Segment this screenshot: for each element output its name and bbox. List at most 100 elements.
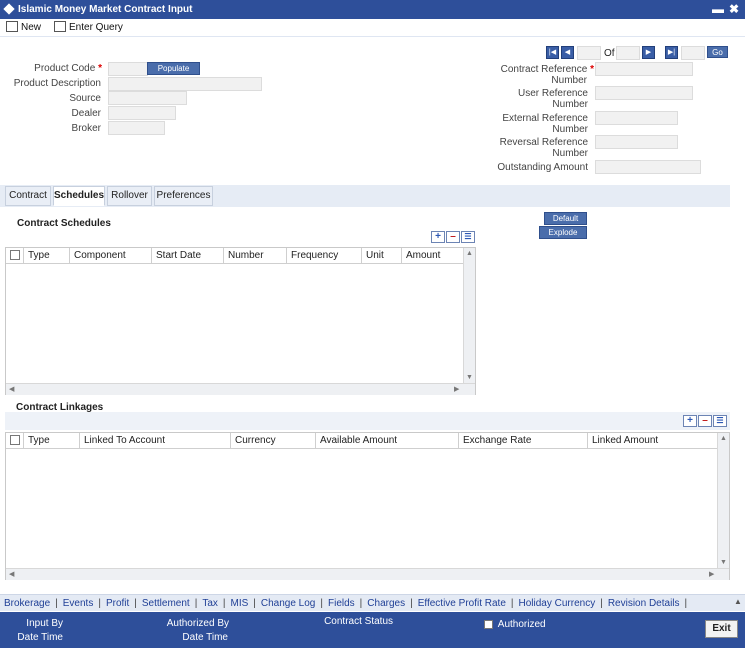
- link-holiday-currency[interactable]: Holiday Currency: [519, 598, 596, 609]
- reversal-reference-input[interactable]: [595, 135, 678, 149]
- audit-footer: Input By Date Time Authorized By Date Ti…: [0, 612, 745, 648]
- product-description-input[interactable]: [108, 77, 262, 91]
- source-label: Source: [69, 93, 101, 104]
- linkages-select-all-cell: [6, 433, 24, 449]
- linkages-scroll-right-icon[interactable]: ▶: [709, 570, 714, 578]
- link-brokerage[interactable]: Brokerage: [4, 598, 50, 609]
- external-reference-input[interactable]: [595, 111, 678, 125]
- col-frequency: Frequency: [287, 248, 362, 264]
- linkages-scroll-up-icon[interactable]: ▲: [718, 435, 729, 442]
- linkages-delete-row-icon[interactable]: –: [698, 415, 712, 427]
- link-revision-details[interactable]: Revision Details: [608, 598, 680, 609]
- query-icon: [54, 21, 66, 32]
- link-settlement[interactable]: Settlement: [142, 598, 190, 609]
- linkages-single-view-icon[interactable]: ☰: [713, 415, 727, 427]
- default-button[interactable]: Default: [544, 212, 587, 225]
- contract-schedules-title: Contract Schedules: [17, 218, 111, 229]
- linkages-toolbar: [5, 412, 730, 430]
- outstanding-amount-input[interactable]: [595, 160, 701, 174]
- current-record-input[interactable]: [577, 46, 601, 60]
- populate-button[interactable]: Populate: [147, 62, 200, 75]
- enter-query-label: Enter Query: [69, 22, 123, 33]
- linkages-select-all-checkbox[interactable]: [10, 435, 20, 445]
- source-input[interactable]: [108, 91, 187, 105]
- exit-button[interactable]: Exit: [705, 620, 738, 638]
- link-effective-profit-rate[interactable]: Effective Profit Rate: [418, 598, 506, 609]
- user-reference-input[interactable]: [595, 86, 693, 100]
- col-exchange-rate: Exchange Rate: [459, 433, 588, 449]
- linkages-scroll-left-icon[interactable]: ◀: [9, 570, 14, 578]
- link-bar-scroll-icon[interactable]: ▲: [734, 597, 742, 606]
- schedules-horizontal-scrollbar[interactable]: ◀ ▶: [6, 383, 475, 395]
- explode-button[interactable]: Explode: [539, 226, 587, 239]
- linkages-scroll-down-icon[interactable]: ▼: [718, 559, 729, 566]
- link-change-log[interactable]: Change Log: [261, 598, 316, 609]
- scroll-left-icon[interactable]: ◀: [9, 385, 14, 393]
- col-start-date: Start Date: [152, 248, 224, 264]
- col-linked-to-account: Linked To Account: [80, 433, 231, 449]
- first-record-icon[interactable]: |◀: [546, 46, 559, 59]
- tab-contract[interactable]: Contract: [5, 186, 51, 206]
- link-mis[interactable]: MIS: [230, 598, 248, 609]
- link-fields[interactable]: Fields: [328, 598, 355, 609]
- go-button[interactable]: Go: [707, 46, 728, 58]
- scroll-up-icon[interactable]: ▲: [464, 250, 475, 257]
- minimize-icon[interactable]: ▬: [712, 2, 724, 16]
- broker-label: Broker: [71, 123, 101, 134]
- product-description-label: Product Description: [13, 78, 101, 89]
- linkages-vertical-scrollbar[interactable]: ▲ ▼: [717, 433, 729, 568]
- col-available-amount: Available Amount: [316, 433, 459, 449]
- new-document-icon: [6, 21, 18, 32]
- scroll-right-icon[interactable]: ▶: [454, 385, 459, 393]
- of-label: Of: [604, 48, 615, 59]
- dealer-label: Dealer: [71, 108, 101, 119]
- authorized-label: Authorized: [497, 619, 546, 630]
- contract-status-label: Contract Status: [324, 616, 393, 627]
- linkages-add-row-icon[interactable]: +: [683, 415, 697, 427]
- broker-input[interactable]: [108, 121, 165, 135]
- tab-preferences[interactable]: Preferences: [154, 186, 213, 206]
- link-tax[interactable]: Tax: [202, 598, 218, 609]
- linkages-grid-header: Type Linked To Account Currency Availabl…: [6, 433, 717, 449]
- previous-record-icon[interactable]: ◀: [561, 46, 574, 59]
- linkages-horizontal-scrollbar[interactable]: ◀ ▶: [6, 568, 729, 580]
- scroll-down-icon[interactable]: ▼: [464, 374, 475, 381]
- window-title-bar: Islamic Money Market Contract Input ▬ ✖: [0, 0, 745, 19]
- contract-reference-label: Contract Reference * Number: [500, 64, 594, 86]
- tab-rollover[interactable]: Rollover: [107, 186, 152, 206]
- add-row-icon[interactable]: +: [431, 231, 445, 243]
- link-profit[interactable]: Profit: [106, 598, 129, 609]
- col-amount: Amount: [406, 250, 441, 261]
- enter-query-button[interactable]: Enter Query: [54, 21, 123, 33]
- link-charges[interactable]: Charges: [367, 598, 405, 609]
- single-view-icon[interactable]: ☰: [461, 231, 475, 243]
- goto-record-input[interactable]: [681, 46, 705, 60]
- col-linked-amount: Linked Amount: [592, 435, 659, 446]
- product-code-input[interactable]: [108, 62, 148, 76]
- close-icon[interactable]: ✖: [729, 2, 739, 16]
- select-all-checkbox[interactable]: [10, 250, 20, 260]
- total-records-field: [616, 46, 640, 60]
- next-record-icon[interactable]: ▶: [642, 46, 655, 59]
- linkages-grid: Type Linked To Account Currency Availabl…: [5, 432, 730, 580]
- col-type: Type: [24, 248, 70, 264]
- window-title: Islamic Money Market Contract Input: [18, 4, 193, 15]
- toolbar: New Enter Query: [0, 19, 745, 37]
- external-reference-label: External Reference Number: [502, 113, 588, 135]
- col-currency: Currency: [231, 433, 316, 449]
- input-date-time-label: Date Time: [17, 632, 63, 643]
- reversal-reference-label: Reversal Reference Number: [499, 137, 588, 159]
- col-component: Component: [70, 248, 152, 264]
- link-events[interactable]: Events: [63, 598, 94, 609]
- new-button[interactable]: New: [6, 21, 41, 33]
- authorized-checkbox[interactable]: [484, 620, 493, 629]
- dealer-input[interactable]: [108, 106, 176, 120]
- schedules-vertical-scrollbar[interactable]: ▲ ▼: [463, 248, 475, 383]
- authorized-date-time-label: Date Time: [182, 632, 228, 643]
- delete-row-icon[interactable]: –: [446, 231, 460, 243]
- last-record-icon[interactable]: ▶|: [665, 46, 678, 59]
- app-icon: [3, 3, 15, 15]
- contract-reference-input[interactable]: [595, 62, 693, 76]
- tab-schedules[interactable]: Schedules: [53, 186, 105, 206]
- input-by-label: Input By: [26, 618, 63, 629]
